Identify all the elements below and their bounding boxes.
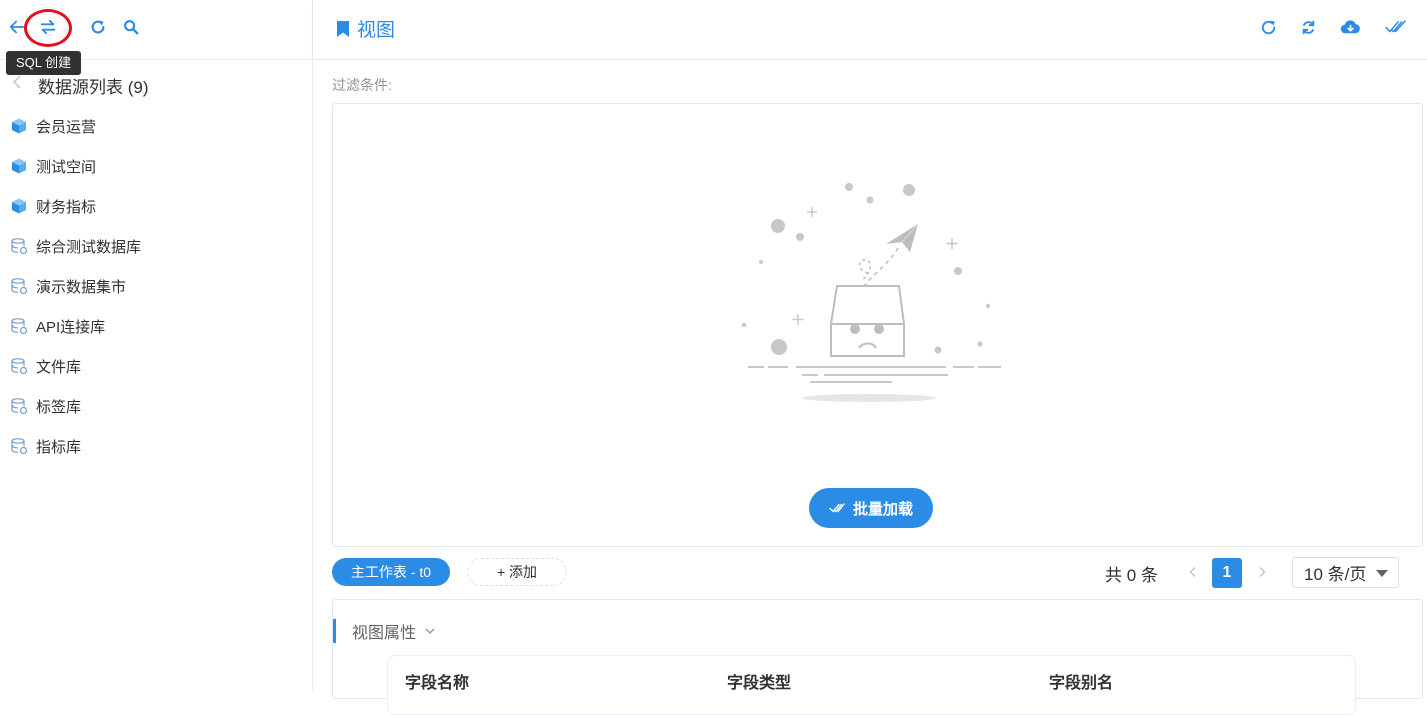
- sync-icon: [1302, 20, 1314, 34]
- datasource-item-label: 测试空间: [36, 158, 97, 176]
- sql-create-tooltip: SQL 创建: [6, 51, 82, 75]
- filter-panel: 批量加载: [332, 103, 1423, 547]
- page-size-value: 10 条/页: [1304, 565, 1367, 584]
- database-icon: [10, 397, 28, 415]
- datasource-item-label: 财务指标: [36, 198, 97, 216]
- main-panel: 视图 过滤条件: 批量加载 主工作表 - t0 + 添加 共 0 条 1 10 …: [313, 0, 1427, 715]
- filter-label: 过滤条件:: [332, 77, 392, 93]
- add-tab-button[interactable]: + 添加: [467, 558, 567, 586]
- datasource-item[interactable]: 财务指标: [0, 186, 312, 226]
- datasource-item-label: 文件库: [36, 358, 82, 376]
- sync-button[interactable]: [1296, 15, 1320, 39]
- column-header: 字段类型: [727, 675, 792, 692]
- refresh-icon: [91, 20, 105, 34]
- section-accent-bar: [333, 619, 336, 643]
- chevron-right-icon: [1259, 567, 1266, 577]
- empty-state-illustration: [741, 183, 1001, 402]
- current-page-button[interactable]: 1: [1212, 558, 1242, 588]
- chevron-left-icon: [1189, 567, 1196, 577]
- datasource-item-label: 标签库: [36, 398, 82, 416]
- datasource-item-label: 会员运营: [36, 118, 97, 136]
- batch-load-button[interactable]: 批量加载: [809, 488, 933, 528]
- cube-icon: [10, 157, 28, 175]
- tab-main-worksheet[interactable]: 主工作表 - t0: [332, 558, 450, 586]
- pagination-total: 共 0 条: [1105, 566, 1158, 585]
- main-header: 视图: [313, 0, 1427, 60]
- refresh-icon: [1261, 20, 1275, 34]
- next-page-button[interactable]: [1253, 563, 1271, 581]
- datasource-item[interactable]: 标签库: [0, 386, 312, 426]
- caret-down-icon: [1376, 570, 1388, 577]
- view-properties-title: 视图属性: [352, 625, 417, 642]
- database-icon: [10, 277, 28, 295]
- cube-icon: [10, 117, 28, 135]
- datasource-item[interactable]: 测试空间: [0, 146, 312, 186]
- sql-create-button[interactable]: [35, 14, 61, 40]
- bookmark-icon: [337, 20, 349, 37]
- cube-icon: [10, 197, 28, 215]
- datasource-item[interactable]: 会员运营: [0, 106, 312, 146]
- fields-table: 字段名称 字段类型 字段别名: [387, 655, 1356, 715]
- datasource-item[interactable]: 文件库: [0, 346, 312, 386]
- search-button[interactable]: [118, 14, 144, 40]
- view-title-text: 视图: [357, 20, 396, 41]
- datasource-list-title: 数据源列表 (9): [38, 78, 149, 97]
- sidebar: SQL 创建 数据源列表 (9) 会员运营 测试空间 财务指标 综合测试数据库 …: [0, 0, 313, 691]
- database-icon: [10, 317, 28, 335]
- datasource-item-label: 指标库: [36, 438, 82, 456]
- datasource-list: 会员运营 测试空间 财务指标 综合测试数据库 演示数据集市 API连接库 文件库…: [0, 106, 312, 466]
- reload-button[interactable]: [1256, 15, 1280, 39]
- view-properties-panel: 视图属性 字段名称 字段类型 字段别名: [332, 599, 1423, 715]
- double-check-icon: [829, 503, 845, 513]
- worksheet-tab-row: 主工作表 - t0 + 添加 共 0 条 1 10 条/页: [332, 557, 1423, 588]
- datasource-item-label: API连接库: [36, 318, 106, 336]
- datasource-item[interactable]: API连接库: [0, 306, 312, 346]
- view-properties-header[interactable]: 视图属性: [333, 619, 436, 643]
- datasource-item-label: 综合测试数据库: [36, 238, 142, 256]
- sidebar-toolbar: SQL 创建: [0, 0, 312, 75]
- refresh-button[interactable]: [85, 14, 111, 40]
- datasource-item[interactable]: 演示数据集市: [0, 266, 312, 306]
- datasource-item-label: 演示数据集市: [36, 278, 127, 296]
- download-button[interactable]: [1338, 15, 1362, 39]
- search-icon: [124, 20, 139, 35]
- cloud-download-icon: [1340, 19, 1360, 33]
- column-header: 字段名称: [405, 675, 470, 692]
- view-title: 视图: [335, 15, 395, 42]
- database-icon: [10, 237, 28, 255]
- datasource-item[interactable]: 指标库: [0, 426, 312, 466]
- check-all-button[interactable]: [1384, 15, 1408, 39]
- double-check-icon: [1385, 20, 1406, 33]
- arrow-left-icon: [9, 20, 25, 34]
- chevron-left-icon[interactable]: [10, 74, 26, 90]
- database-icon: [10, 437, 28, 455]
- datasource-item[interactable]: 综合测试数据库: [0, 226, 312, 266]
- prev-page-button[interactable]: [1184, 563, 1202, 581]
- swap-icon: [40, 19, 56, 35]
- database-icon: [10, 357, 28, 375]
- column-header: 字段别名: [1049, 675, 1114, 692]
- chevron-down-icon: [425, 628, 435, 634]
- back-button[interactable]: [4, 14, 30, 40]
- page-size-select[interactable]: 10 条/页: [1292, 557, 1399, 588]
- batch-load-label: 批量加载: [852, 500, 913, 518]
